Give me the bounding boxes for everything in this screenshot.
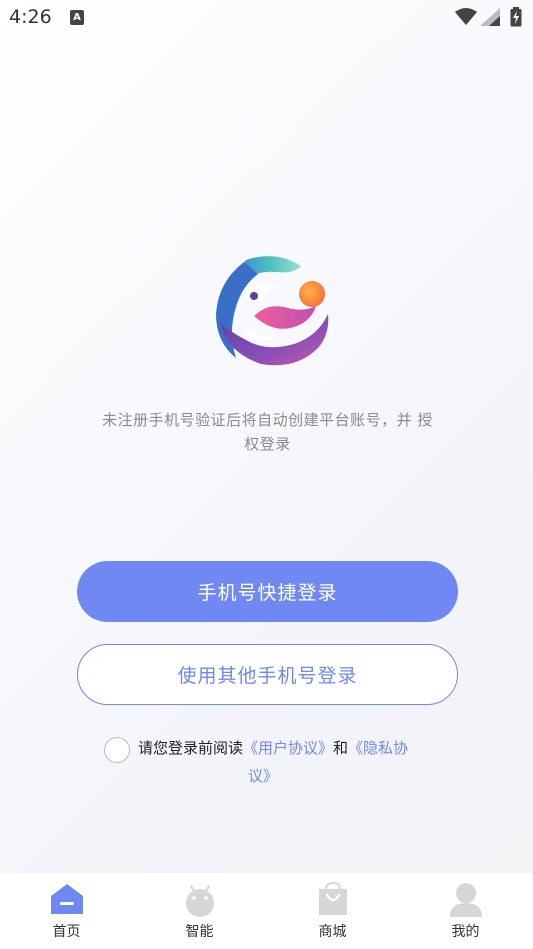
tab-mall[interactable]: 商城 <box>266 873 399 949</box>
notification-icon: A <box>70 10 84 25</box>
privacy-policy-link[interactable]: 《隐私协 <box>348 739 408 757</box>
tab-home[interactable]: 首页 <box>0 873 133 949</box>
privacy-policy-link-continued[interactable]: 议》 <box>248 767 278 785</box>
notice-line-2: 权登录 <box>244 435 291 453</box>
tab-mine-label: 我的 <box>451 924 480 940</box>
agreement-checkbox[interactable] <box>104 737 130 763</box>
status-bar: 4:26 A <box>0 0 533 36</box>
tab-mall-label: 商城 <box>318 924 347 940</box>
notice-line-1: 未注册手机号验证后将自动创建平台账号，并 授 <box>102 411 433 429</box>
agreement-prefix: 请您登录前阅读 <box>138 739 244 757</box>
wifi-icon <box>455 8 477 25</box>
tab-smart-label: 智能 <box>185 924 214 940</box>
status-time: 4:26 <box>9 6 52 28</box>
battery-icon <box>510 7 522 27</box>
quick-login-button[interactable]: 手机号快捷登录 <box>77 561 458 622</box>
shopping-bag-icon <box>318 881 347 915</box>
signal-icon <box>480 8 500 26</box>
bottom-tab-bar: 首页 智能 商城 我的 <box>0 873 533 949</box>
agreement-text: 请您登录前阅读《用户协议》和《隐私协 <box>138 736 408 760</box>
tab-smart[interactable]: 智能 <box>133 873 266 949</box>
registration-notice: 未注册手机号验证后将自动创建平台账号，并 授 权登录 <box>90 408 445 456</box>
android-icon <box>185 885 214 917</box>
agreement-text-line-2: 议》 <box>248 764 278 788</box>
agreement-connector: 和 <box>333 739 349 757</box>
home-icon <box>50 884 83 914</box>
other-phone-login-button[interactable]: 使用其他手机号登录 <box>77 644 458 705</box>
app-logo <box>216 256 329 366</box>
tab-mine[interactable]: 我的 <box>399 873 532 949</box>
user-icon <box>449 883 482 917</box>
user-agreement-link[interactable]: 《用户协议》 <box>243 739 333 757</box>
tab-home-label: 首页 <box>52 924 81 940</box>
